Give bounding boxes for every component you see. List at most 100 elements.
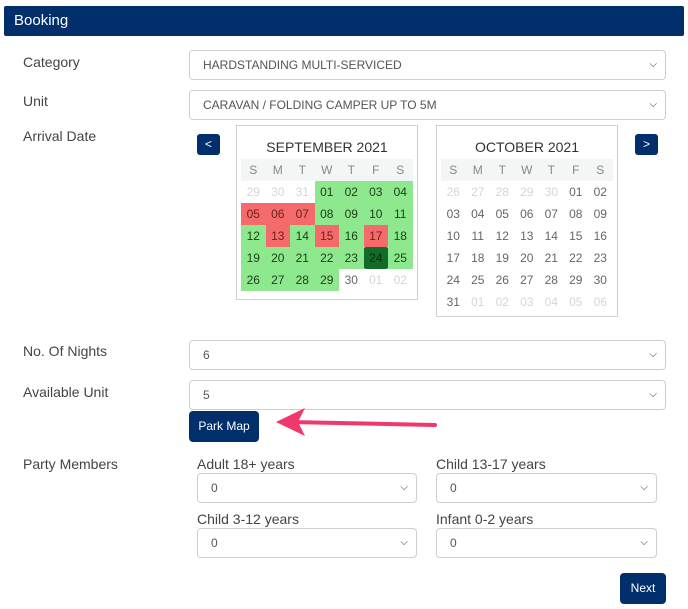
weekday-label: T — [298, 163, 306, 177]
calendar-day-avail[interactable]: 10 — [363, 203, 388, 225]
calendar-day-booked: 06 — [265, 203, 290, 225]
calendar-day-avail[interactable]: 02 — [339, 181, 364, 203]
nights-value: 6 — [203, 348, 210, 362]
calendar-day-plain: 16 — [593, 229, 607, 243]
calendar-day-muted: 30 — [544, 185, 558, 199]
calendar-day-avail[interactable]: 20 — [265, 247, 290, 269]
calendar-day-plain: 25 — [471, 273, 485, 287]
calendar-day-avail[interactable]: 29 — [314, 269, 339, 291]
calendar-day-booked: 15 — [314, 225, 339, 247]
infant-select[interactable]: 0 ⌵ — [436, 528, 657, 558]
calendar-day-avail[interactable]: 27 — [265, 269, 290, 291]
calendar-day-plain: 13 — [520, 229, 534, 243]
unit-select[interactable]: CARAVAN / FOLDING CAMPER UP TO 5M ⌵ — [189, 90, 666, 120]
calendar-day-avail[interactable]: 01 — [314, 181, 339, 203]
calendar-day-muted: 04 — [544, 295, 558, 309]
park-map-button[interactable]: Park Map — [189, 411, 259, 442]
adult-select[interactable]: 0 ⌵ — [197, 473, 417, 503]
calendar-day-booked: 05 — [241, 203, 266, 225]
calendar-day-avail[interactable]: 11 — [388, 203, 413, 225]
weekday-label: T — [547, 163, 555, 177]
chevron-down-icon: ⌵ — [649, 349, 657, 360]
header-title: Booking — [14, 12, 69, 29]
calendar-day-avail[interactable]: 12 — [241, 225, 266, 247]
calendar-day-avail[interactable]: 28 — [290, 269, 315, 291]
calendar-day-plain: 06 — [520, 207, 534, 221]
calendar-day-plain: 04 — [471, 207, 485, 221]
calendar-september: SEPTEMBER 2021 S M T W T F S 29 30 31 01 02 03 04 05 06… — [236, 125, 418, 300]
next-button[interactable]: Next — [620, 573, 666, 604]
calendar-day-plain: 14 — [544, 229, 558, 243]
calendar-day-selected[interactable]: 24 — [363, 247, 388, 269]
calendar-day-plain: 31 — [446, 295, 460, 309]
infant-value: 0 — [450, 536, 457, 550]
calendar-day-plain: 15 — [569, 229, 583, 243]
child-3-12-select[interactable]: 0 ⌵ — [197, 528, 417, 558]
calendar-day-avail[interactable]: 18 — [388, 225, 413, 247]
calendar-day-avail[interactable]: 16 — [339, 225, 364, 247]
calendar-day-muted: 28 — [495, 185, 509, 199]
child-13-17-label: Child 13-17 years — [436, 456, 546, 472]
weekday-label: S — [596, 163, 605, 177]
weekday-header-row: SMTWTFS — [241, 159, 413, 181]
available-unit-value: 5 — [203, 388, 210, 402]
calendar-day-plain: 27 — [520, 273, 534, 287]
weekday-label: W — [521, 163, 533, 177]
calendar-day-plain: 26 — [495, 273, 509, 287]
child-13-17-select[interactable]: 0 ⌵ — [436, 473, 657, 503]
calendar-day-plain: 03 — [446, 207, 460, 221]
child-3-12-label: Child 3-12 years — [197, 511, 299, 527]
calendar-week-row: 10 11 12 13 14 15 16 — [441, 225, 613, 247]
calendar-day-plain: 07 — [544, 207, 558, 221]
calendar-october: OCTOBER 2021 S M T W T F S 26 27 28 29 30 01 02 03 04 05… — [436, 125, 618, 317]
category-select[interactable]: HARDSTANDING MULTI-SERVICED ⌵ — [189, 50, 666, 80]
prev-month-button[interactable]: < — [197, 134, 220, 155]
weekday-label: S — [249, 163, 258, 177]
calendar-day-avail[interactable]: 09 — [339, 203, 364, 225]
calendar-day-plain: 17 — [446, 251, 460, 265]
calendar-day-plain: 30 — [344, 273, 358, 287]
annotation-arrow-icon — [276, 408, 437, 436]
calendar-week-row: 17 18 19 20 21 22 23 — [441, 247, 613, 269]
calendar-day-avail[interactable]: 23 — [339, 247, 364, 269]
calendar-day-plain: 08 — [569, 207, 583, 221]
calendar-day-avail[interactable]: 19 — [241, 247, 266, 269]
calendar-week-row: 05 06 07 08 09 10 11 — [241, 203, 413, 225]
unit-value: CARAVAN / FOLDING CAMPER UP TO 5M — [203, 98, 437, 112]
calendar-week-row: 26 27 28 29 30 01 02 — [441, 181, 613, 203]
calendar-day-plain: 30 — [593, 273, 607, 287]
calendar-day-muted: 27 — [471, 185, 485, 199]
calendar-day-plain: 29 — [569, 273, 583, 287]
calendar-day-avail[interactable]: 08 — [314, 203, 339, 225]
calendar-day-muted: 29 — [520, 185, 534, 199]
calendar-day-avail[interactable]: 22 — [314, 247, 339, 269]
calendar-day-muted: 26 — [446, 185, 460, 199]
calendar-grid: S M T W T F S 26 27 28 29 30 01 02 03 04 05 06 07 08 09 10 11 1… — [441, 159, 613, 313]
calendar-week-row: 31 01 02 03 04 05 06 — [441, 291, 613, 313]
calendar-day-plain: 19 — [495, 251, 509, 265]
calendar-day-avail[interactable]: 26 — [241, 269, 266, 291]
chevron-down-icon: ⌵ — [649, 59, 657, 70]
party-members-label: Party Members — [23, 456, 118, 472]
calendar-day-muted: 06 — [593, 295, 607, 309]
weekday-label: F — [372, 163, 380, 177]
calendar-day-plain: 28 — [544, 273, 558, 287]
chevron-right-icon: > — [642, 137, 650, 151]
nights-select[interactable]: 6 ⌵ — [189, 340, 666, 370]
category-label: Category — [23, 54, 80, 70]
weekday-label: M — [472, 163, 483, 177]
calendar-day-plain: 11 — [471, 229, 484, 243]
calendar-day-avail[interactable]: 03 — [363, 181, 388, 203]
chevron-down-icon: ⌵ — [400, 537, 408, 548]
calendar-day-avail[interactable]: 21 — [290, 247, 315, 269]
calendar-day-avail[interactable]: 25 — [388, 247, 413, 269]
calendar-day-avail[interactable]: 04 — [388, 181, 413, 203]
calendar-day-muted: 29 — [246, 185, 260, 199]
weekday-label: S — [396, 163, 405, 177]
weekday-label: T — [347, 163, 355, 177]
calendar-day-plain: 24 — [446, 273, 460, 287]
calendar-day-booked: 17 — [363, 225, 388, 247]
chevron-down-icon: ⌵ — [400, 482, 408, 493]
next-month-button[interactable]: > — [635, 134, 658, 155]
calendar-day-avail[interactable]: 14 — [290, 225, 315, 247]
